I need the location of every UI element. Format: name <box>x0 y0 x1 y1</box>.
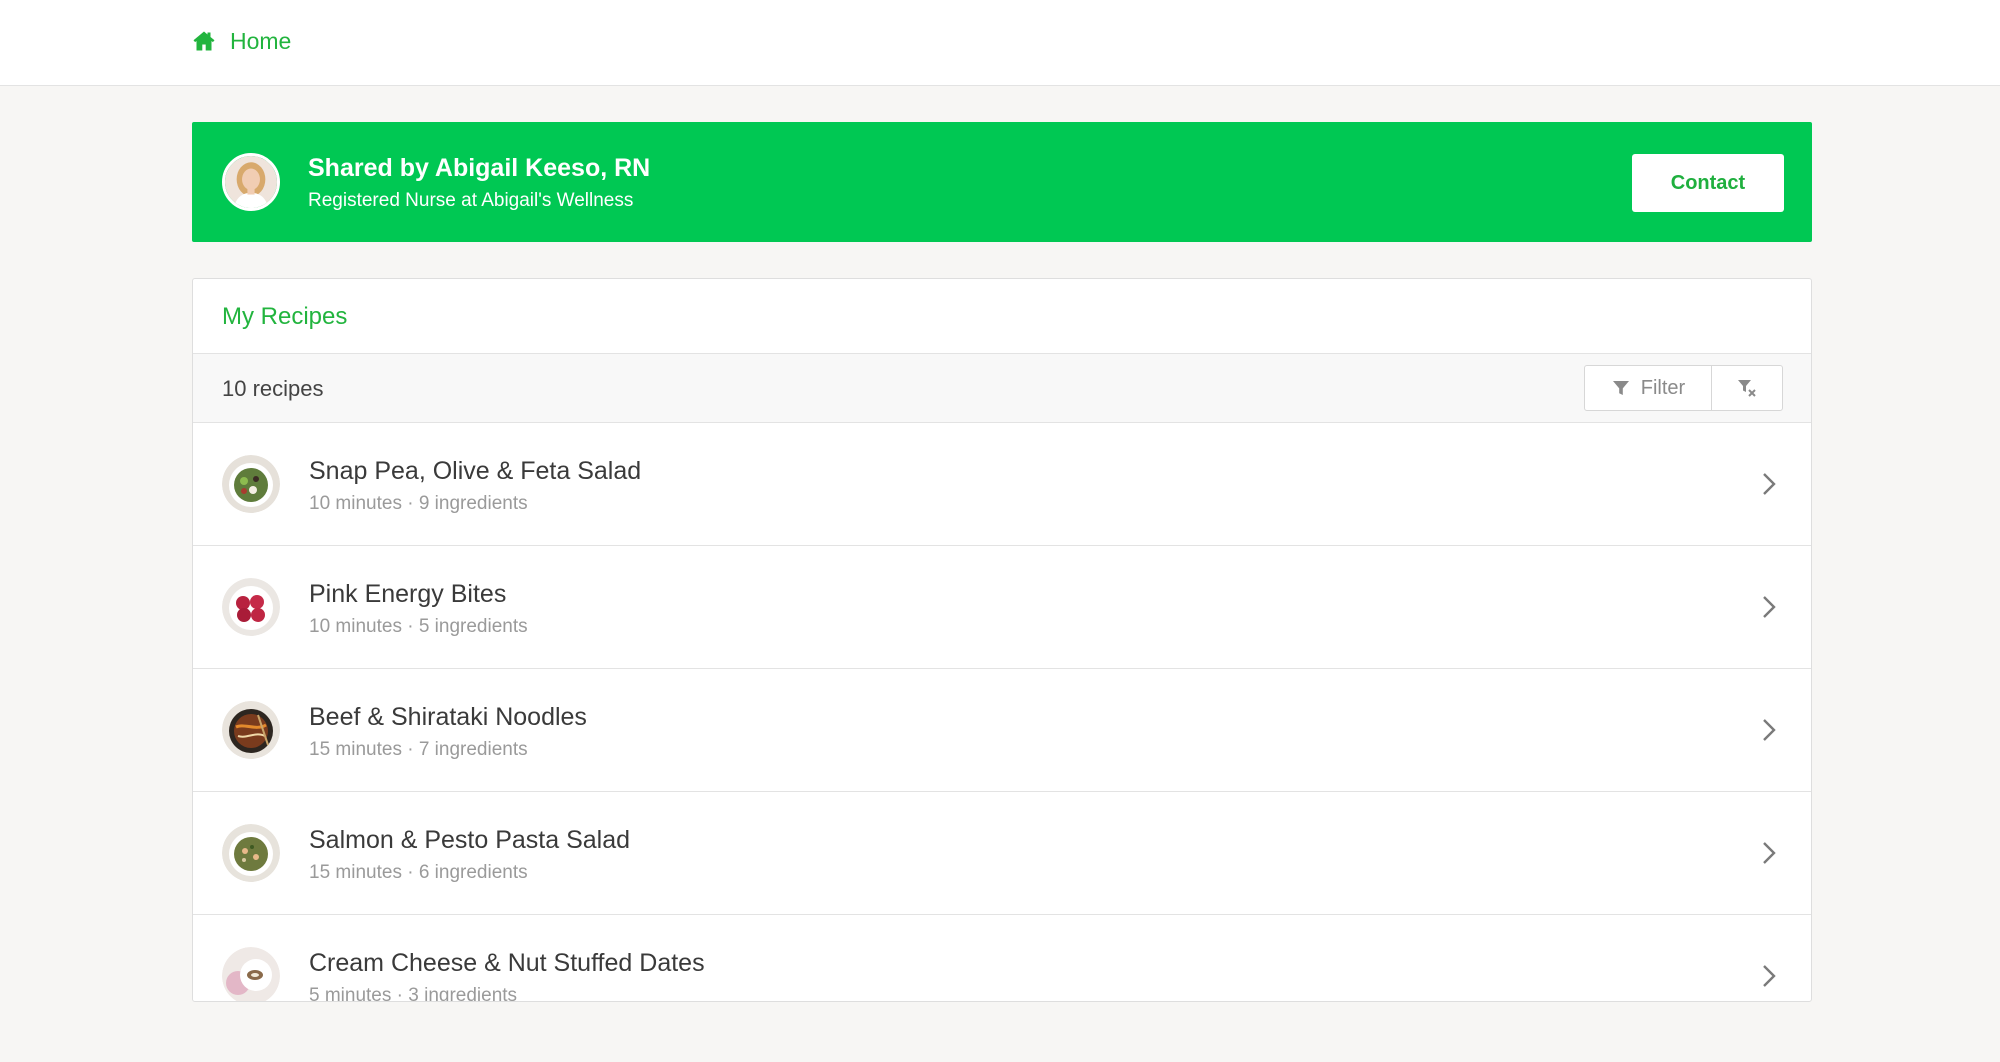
chevron-right-icon <box>1761 471 1777 497</box>
contact-button[interactable]: Contact <box>1632 154 1784 212</box>
recipe-name: Salmon & Pesto Pasta Salad <box>309 826 631 854</box>
chevron-right-icon <box>1761 840 1777 866</box>
home-link[interactable]: Home <box>192 24 291 58</box>
recipe-thumbnail <box>222 701 280 759</box>
recipe-row[interactable]: Pink Energy Bites 10 minutes · 5 ingredi… <box>193 546 1811 669</box>
recipe-name: Snap Pea, Olive & Feta Salad <box>309 457 642 485</box>
top-navigation-bar: Home <box>0 0 2000 86</box>
recipe-meta: 15 minutes · 6 ingredients <box>309 862 528 883</box>
recipe-thumbnail <box>222 824 280 882</box>
recipe-meta: 5 minutes · 3 ingredients <box>309 985 518 1002</box>
recipes-card: My Recipes 10 recipes Filter Snap Pea, O… <box>192 278 1812 1002</box>
chevron-right-icon <box>1761 963 1777 989</box>
shared-by-title: Shared by Abigail Keeso, RN <box>308 154 651 182</box>
recipe-thumbnail <box>222 455 280 513</box>
recipe-thumbnail <box>222 947 280 1001</box>
recipe-name: Cream Cheese & Nut Stuffed Dates <box>309 949 705 977</box>
recipe-name: Pink Energy Bites <box>309 580 507 608</box>
shared-by-banner: Shared by Abigail Keeso, RN Registered N… <box>192 122 1812 242</box>
recipe-meta: 15 minutes · 7 ingredients <box>309 739 528 760</box>
home-icon <box>192 29 216 53</box>
shared-by-subtitle: Registered Nurse at Abigail's Wellness <box>308 190 634 211</box>
recipe-thumbnail <box>222 578 280 636</box>
recipe-count: 10 recipes <box>222 376 324 401</box>
recipes-title: My Recipes <box>222 303 348 330</box>
filter-button[interactable]: Filter <box>1585 366 1712 410</box>
recipe-row[interactable]: Salmon & Pesto Pasta Salad 15 minutes · … <box>193 792 1811 915</box>
avatar <box>222 153 280 211</box>
chevron-right-icon <box>1761 717 1777 743</box>
recipes-card-header: My Recipes <box>193 279 1811 354</box>
home-link-label: Home <box>230 27 292 54</box>
filter-button-group: Filter <box>1584 365 1783 411</box>
recipe-row[interactable]: Cream Cheese & Nut Stuffed Dates 5 minut… <box>193 915 1811 1002</box>
recipe-row[interactable]: Beef & Shirataki Noodles 15 minutes · 7 … <box>193 669 1811 792</box>
recipe-name: Beef & Shirataki Noodles <box>309 703 587 731</box>
clear-filter-button[interactable] <box>1712 366 1782 410</box>
filter-icon <box>1611 378 1631 398</box>
recipe-row[interactable]: Snap Pea, Olive & Feta Salad 10 minutes … <box>193 423 1811 546</box>
recipe-meta: 10 minutes · 9 ingredients <box>309 493 528 514</box>
chevron-right-icon <box>1761 594 1777 620</box>
filter-button-label: Filter <box>1640 376 1686 399</box>
recipe-meta: 10 minutes · 5 ingredients <box>309 616 528 637</box>
clear-filter-icon <box>1737 378 1757 398</box>
recipes-toolbar: 10 recipes Filter <box>193 354 1811 423</box>
